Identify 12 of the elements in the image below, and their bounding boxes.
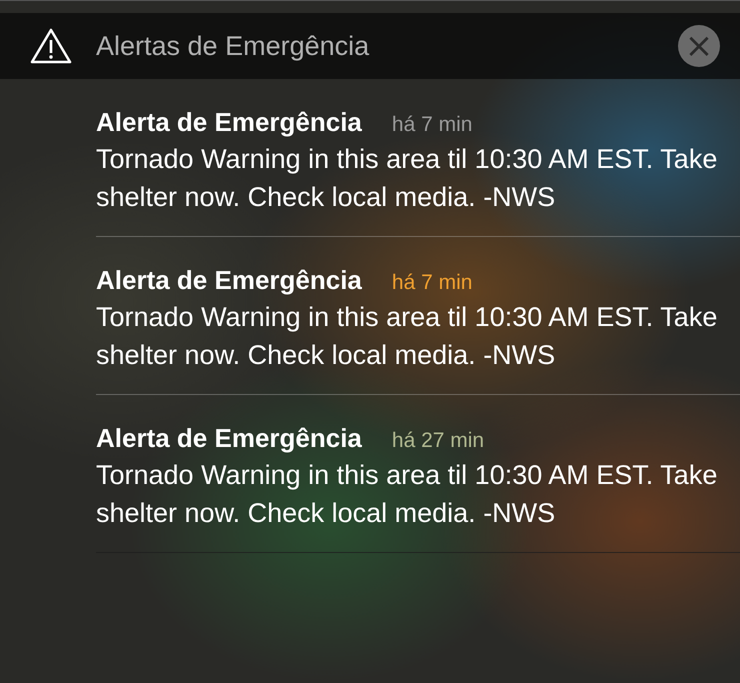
notification-body: Tornado Warning in this area til 10:30 AM EST. Take shelter now. Check local media. -NWS <box>96 459 718 530</box>
notification-title: Alerta de Emergência <box>96 107 362 138</box>
notification-title: Alerta de Emergência <box>96 265 362 296</box>
notification-body: Tornado Warning in this area til 10:30 AM EST. Take shelter now. Check local media. -NWS <box>96 143 718 214</box>
notification-title: Alerta de Emergência <box>96 423 362 454</box>
close-button[interactable]: × <box>678 25 720 67</box>
section-title: Alertas de Emergência <box>96 30 370 62</box>
notification-time: há 7 min <box>392 271 472 295</box>
warning-icon <box>30 28 72 64</box>
notification-body: Tornado Warning in this area til 10:30 AM EST. Take shelter now. Check local media. -NWS <box>96 301 718 372</box>
notification-time: há 7 min <box>392 113 472 137</box>
notification-time: há 27 min <box>392 429 484 453</box>
